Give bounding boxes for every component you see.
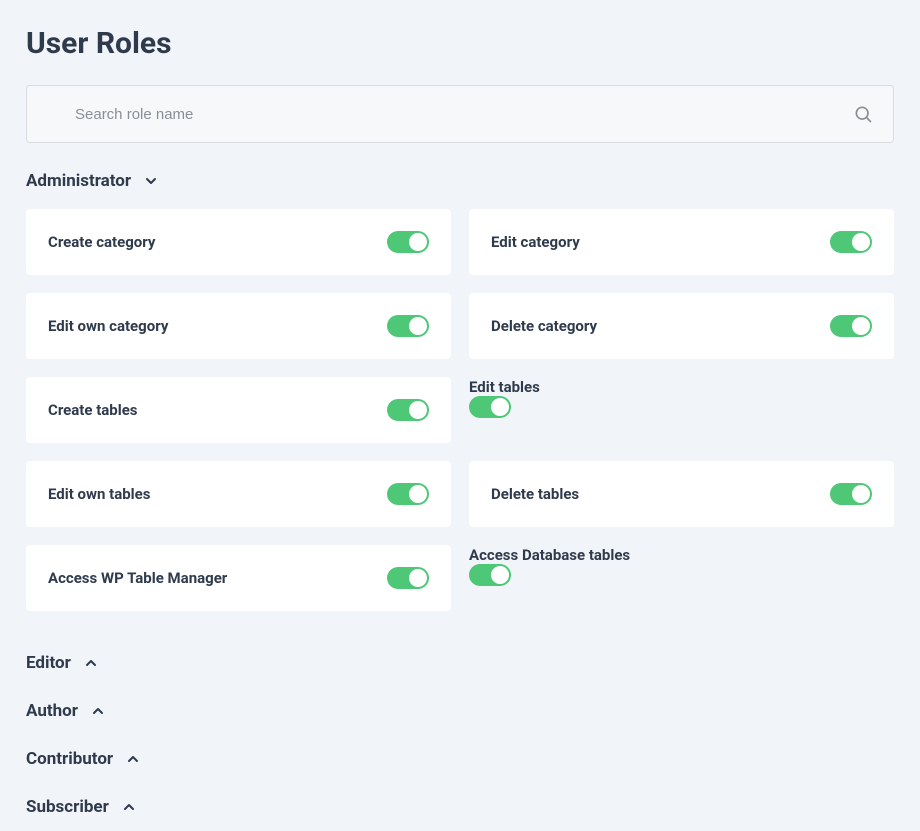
permission-edit-own-category: Edit own category xyxy=(26,293,451,359)
role-header-administrator[interactable]: Administrator xyxy=(26,167,894,195)
toggle-create-tables[interactable] xyxy=(387,399,429,421)
toggle-access-database-tables[interactable] xyxy=(469,564,511,586)
toggle-edit-category[interactable] xyxy=(830,231,872,253)
permission-edit-tables: Edit tables xyxy=(469,377,894,443)
permission-delete-category: Delete category xyxy=(469,293,894,359)
permission-create-tables: Create tables xyxy=(26,377,451,443)
search-input[interactable] xyxy=(75,106,853,123)
permission-label: Edit own tables xyxy=(48,485,150,503)
role-name: Administrator xyxy=(26,171,131,191)
permission-access-database-tables: Access Database tables xyxy=(469,545,894,611)
search-icon xyxy=(853,104,873,124)
permission-label: Edit tables xyxy=(469,378,540,396)
permission-label: Delete tables xyxy=(491,485,579,503)
role-name: Editor xyxy=(26,653,71,673)
toggle-delete-category[interactable] xyxy=(830,315,872,337)
chevron-down-icon xyxy=(143,173,159,189)
permission-label: Create tables xyxy=(48,401,138,419)
role-header-subscriber[interactable]: Subscriber xyxy=(26,783,894,831)
toggle-edit-own-category[interactable] xyxy=(387,315,429,337)
permission-delete-tables: Delete tables xyxy=(469,461,894,527)
chevron-up-icon xyxy=(90,703,106,719)
chevron-up-icon xyxy=(83,655,99,671)
role-name: Author xyxy=(26,701,78,721)
toggle-edit-tables[interactable] xyxy=(469,396,511,418)
page-title: User Roles xyxy=(26,26,894,61)
permission-label: Access Database tables xyxy=(469,546,630,564)
chevron-up-icon xyxy=(121,799,137,815)
role-header-editor[interactable]: Editor xyxy=(26,639,894,687)
chevron-up-icon xyxy=(125,751,141,767)
permissions-grid: Create category Edit category Edit own c… xyxy=(26,209,894,611)
search-box[interactable] xyxy=(26,85,894,143)
permission-label: Create category xyxy=(48,233,155,251)
toggle-delete-tables[interactable] xyxy=(830,483,872,505)
toggle-access-wp-table-manager[interactable] xyxy=(387,567,429,589)
permission-create-category: Create category xyxy=(26,209,451,275)
role-name: Subscriber xyxy=(26,797,109,817)
permission-label: Edit own category xyxy=(48,317,168,335)
permission-edit-category: Edit category xyxy=(469,209,894,275)
role-header-author[interactable]: Author xyxy=(26,687,894,735)
toggle-create-category[interactable] xyxy=(387,231,429,253)
role-name: Contributor xyxy=(26,749,113,769)
permission-label: Delete category xyxy=(491,317,597,335)
permission-access-wp-table-manager: Access WP Table Manager xyxy=(26,545,451,611)
permission-edit-own-tables: Edit own tables xyxy=(26,461,451,527)
permission-label: Access WP Table Manager xyxy=(48,569,227,587)
role-header-contributor[interactable]: Contributor xyxy=(26,735,894,783)
toggle-edit-own-tables[interactable] xyxy=(387,483,429,505)
permission-label: Edit category xyxy=(491,233,580,251)
